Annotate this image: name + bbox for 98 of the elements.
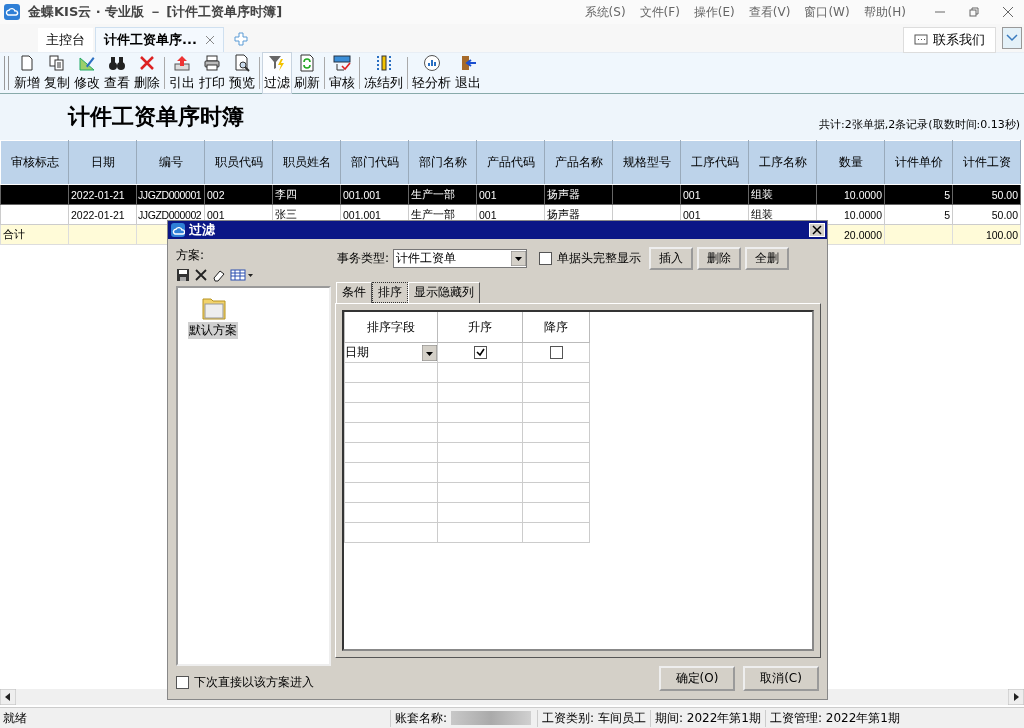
checkbox-label: 单据头完整显示 — [557, 250, 642, 267]
checkbox-label: 下次直接以该方案进入 — [194, 674, 314, 691]
action-button[interactable]: 全删 — [745, 247, 790, 270]
copy-icon — [48, 54, 66, 72]
scheme-list[interactable]: 默认方案 — [176, 286, 331, 666]
dialog-tab[interactable]: 排序 — [372, 282, 408, 303]
cancel-button[interactable]: 取消(C) — [743, 666, 819, 691]
document-tab[interactable]: 主控台 — [38, 28, 93, 52]
column-header[interactable]: 工序名称 — [748, 140, 817, 185]
ok-button[interactable]: 确定(O) — [659, 666, 735, 691]
checkbox[interactable] — [473, 346, 487, 359]
scheme-item[interactable]: 默认方案 — [188, 322, 238, 339]
menu-item[interactable]: 查看(V) — [748, 3, 791, 21]
toolbar-button[interactable]: 预览 — [227, 52, 257, 94]
column-header[interactable]: 产品名称 — [544, 140, 613, 185]
toolbar-button[interactable]: 刷新 — [292, 52, 322, 94]
exit-icon — [459, 54, 477, 72]
approve-icon — [333, 54, 351, 72]
column-header[interactable]: 职员姓名 — [272, 140, 341, 185]
column-header: 升序 — [437, 312, 523, 343]
dropdown-button[interactable] — [1002, 27, 1022, 49]
scroll-left-icon[interactable] — [0, 689, 16, 705]
toolbar-button[interactable]: 删除 — [132, 52, 162, 94]
report-title: 计件工资单序时簿 — [68, 102, 244, 131]
restore-icon[interactable] — [968, 6, 980, 18]
check-icon — [475, 348, 485, 357]
column-header[interactable]: 部门名称 — [408, 140, 477, 185]
type-label: 事务类型: — [337, 250, 390, 267]
status-text: 就绪 — [2, 709, 27, 727]
column-header[interactable]: 编号 — [136, 140, 205, 185]
column-header[interactable]: 审核标志 — [0, 140, 69, 185]
status-text: 工资管理: 2022年第1期 — [764, 709, 904, 727]
toolbar-button[interactable]: 退出 — [453, 52, 483, 94]
dropdown-arrow-icon — [511, 251, 527, 266]
columns-icon — [374, 54, 393, 72]
column-header[interactable]: 工序代码 — [680, 140, 749, 185]
chat-icon — [914, 34, 928, 46]
column-header[interactable]: 部门代码 — [340, 140, 409, 185]
chart-icon — [422, 54, 441, 72]
folder-icon — [202, 296, 226, 320]
contact-button[interactable]: 联系我们 — [903, 27, 996, 53]
total-cell: 合计 — [0, 224, 69, 245]
column-header[interactable]: 职员代码 — [204, 140, 273, 185]
toolbar-button[interactable]: 修改 — [72, 52, 102, 94]
eraser-icon[interactable] — [212, 268, 226, 282]
dialog-tab[interactable]: 显示隐藏列 — [408, 282, 480, 303]
action-button[interactable]: 插入 — [649, 247, 694, 270]
column-header[interactable]: 产品代码 — [476, 140, 545, 185]
checkbox[interactable] — [176, 676, 189, 689]
status-text: 工资类别: 车间员工 — [537, 709, 650, 727]
toolbar-button[interactable]: 审核 — [327, 52, 357, 94]
export-icon — [173, 54, 191, 72]
toolbar-button[interactable]: 轻分析 — [410, 52, 453, 94]
column-header: 排序字段 — [344, 312, 438, 343]
filter-icon — [268, 54, 286, 72]
checkbox[interactable] — [549, 346, 563, 359]
table-cell: 2022-01-21 — [68, 204, 137, 225]
type-select[interactable]: 计件工资单 — [393, 249, 528, 268]
delete-icon — [138, 54, 156, 72]
toolbar-button[interactable]: 新增 — [12, 52, 42, 94]
menu-item[interactable]: 操作(E) — [693, 3, 735, 21]
column-header: 降序 — [522, 312, 590, 343]
toolbar-button[interactable]: 查看 — [102, 52, 132, 94]
table-cell: 5 — [884, 204, 953, 225]
chevron-down-icon — [1006, 33, 1018, 43]
menu-item[interactable]: 窗口(W) — [804, 3, 850, 21]
menu-item[interactable]: 帮助(H) — [863, 3, 906, 21]
column-header[interactable]: 数量 — [816, 140, 885, 185]
status-text: 期间: 2022年第1期 — [649, 709, 765, 727]
action-button[interactable]: 删除 — [697, 247, 742, 270]
printer-icon — [203, 54, 221, 72]
toolbar-button[interactable]: 引出 — [167, 52, 197, 94]
pencil-ruler-icon — [78, 54, 96, 72]
dialog-tab[interactable]: 条件 — [336, 282, 372, 303]
binoculars-icon — [108, 54, 126, 72]
table-row[interactable]: 2022-01-21 JJGZD000001 002 李四 001.001 生产一部 001 扬声器 001 组装 10.0000 5 50.00 — [0, 184, 1021, 205]
scheme-label: 方案: — [176, 247, 206, 264]
toolbar-button[interactable]: 复制 — [42, 52, 72, 94]
app-logo-icon — [4, 4, 20, 20]
toolbar-button[interactable]: 打印 — [197, 52, 227, 94]
toolbar-button[interactable]: 过滤 — [262, 52, 292, 94]
table-dropdown-icon[interactable] — [230, 268, 254, 282]
delete-icon[interactable] — [194, 268, 208, 282]
app-logo-icon — [171, 223, 185, 237]
menu-item[interactable]: 系统(S) — [584, 3, 626, 21]
toolbar-button[interactable]: 冻结列 — [362, 52, 405, 94]
menu-item[interactable]: 文件(F) — [639, 3, 680, 21]
checkbox[interactable] — [539, 252, 553, 265]
table-cell: 50.00 — [952, 204, 1021, 225]
record-summary: 共计:2张单据,2条记录(取数时间:0.13秒) — [819, 116, 1020, 132]
save-icon[interactable] — [176, 268, 190, 282]
scroll-right-icon[interactable] — [1008, 689, 1024, 705]
column-header[interactable]: 计件单价 — [884, 140, 953, 185]
column-header[interactable]: 日期 — [68, 140, 137, 185]
column-header[interactable]: 计件工资 — [952, 140, 1021, 185]
document-tab[interactable]: 计件工资单序... — [95, 27, 224, 52]
column-header[interactable]: 规格型号 — [612, 140, 681, 185]
window-title: 金蝶KIS云 · 专业版 － [计件工资单序时簿] — [28, 3, 283, 21]
